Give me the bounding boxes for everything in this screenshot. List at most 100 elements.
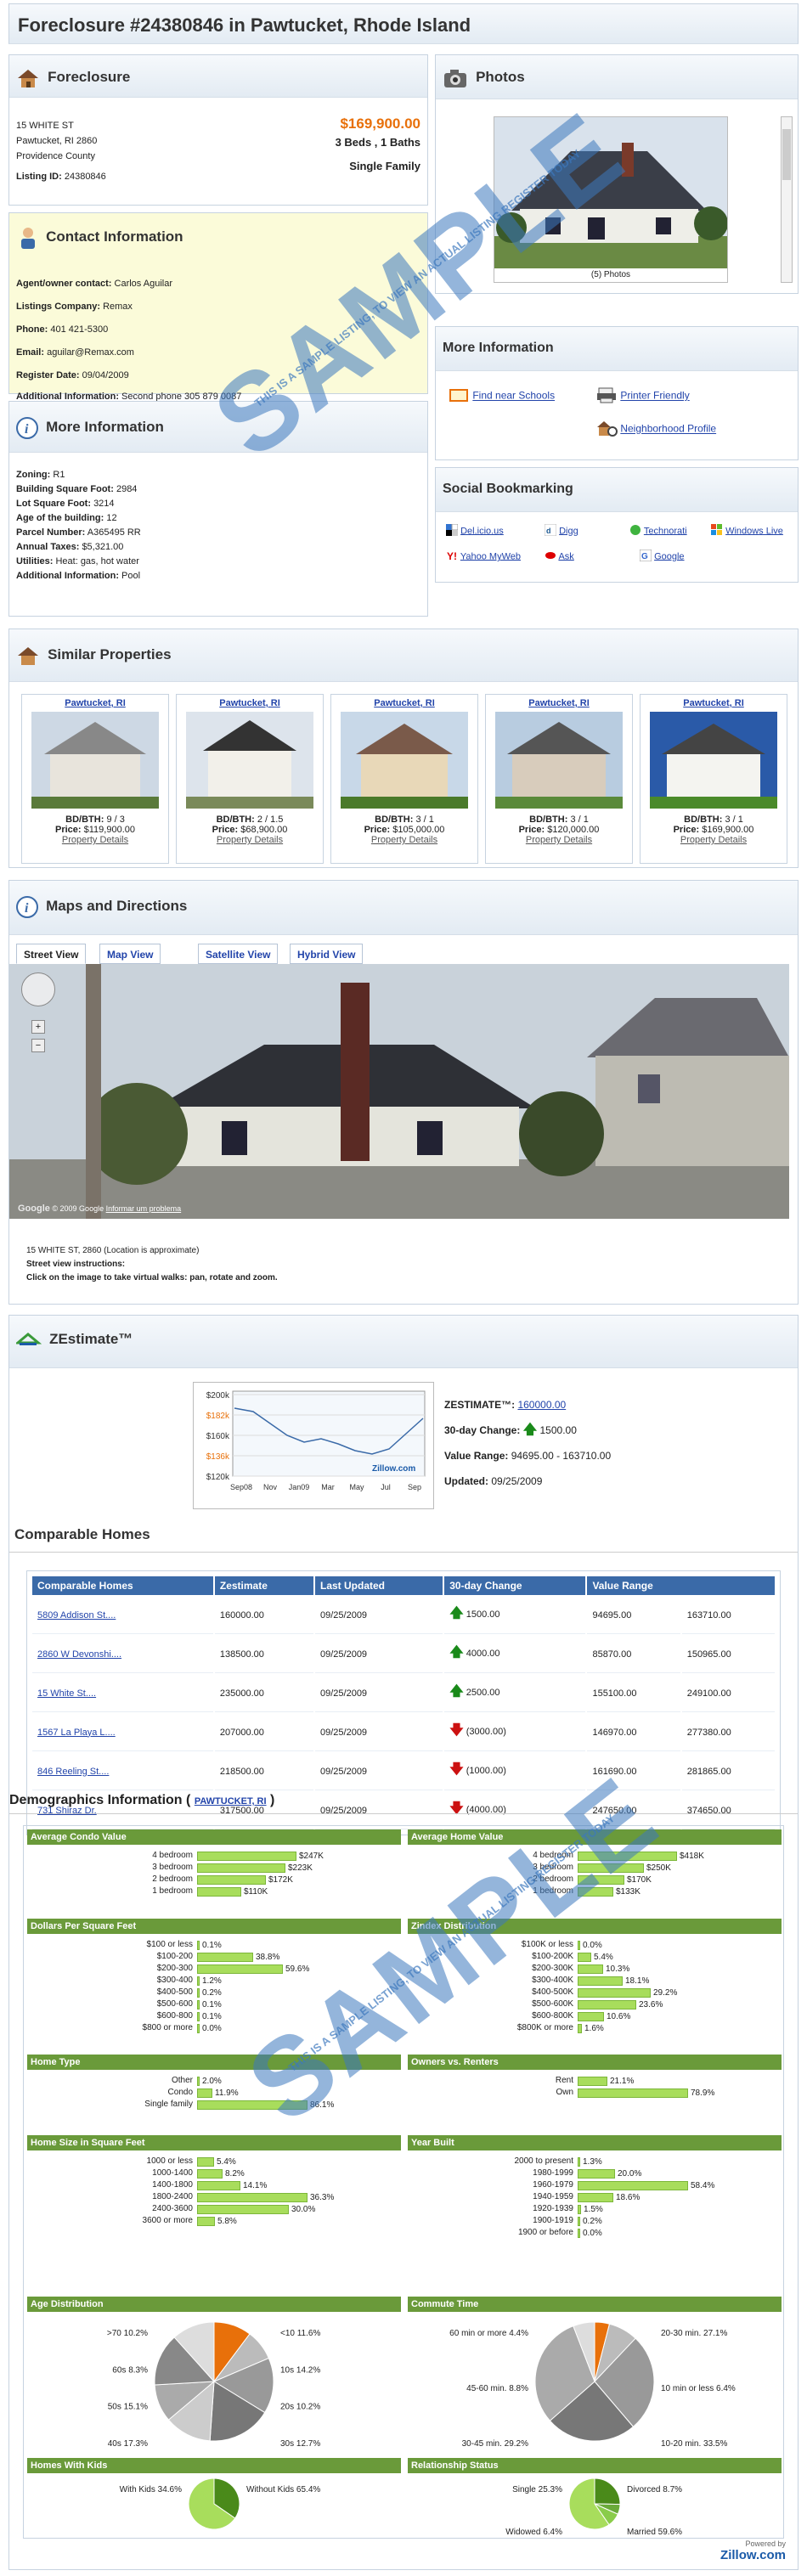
pan-control[interactable] <box>21 972 55 1006</box>
similar-properties-panel: Similar Properties Pawtucket, RI BD/BTH:… <box>8 628 799 868</box>
table-row: 5809 Addison St.... 160000.00 09/25/2009 🡅 … <box>32 1597 775 1634</box>
demo-bar-value: 0.0% <box>202 2024 222 2033</box>
demo-bar-value: 21.1% <box>610 2077 635 2086</box>
property-details-link[interactable]: Property Details <box>22 835 168 845</box>
updated-cell: 09/25/2009 <box>320 1688 368 1699</box>
demo-bar <box>578 1987 651 1998</box>
comparable-name[interactable]: 5809 Addison St.... <box>37 1610 116 1621</box>
similar-city[interactable]: Pawtucket, RI <box>641 698 787 708</box>
demo-panel-title: Dollars Per Square Feet <box>27 1919 401 1934</box>
pie-label: 30-45 min. 29.2% <box>462 2439 528 2449</box>
similar-card[interactable]: Pawtucket, RI BD/BTH: 3 / 1 Price: $169,… <box>640 694 787 864</box>
more-information-links: More Information Find near Schools Print… <box>435 326 799 460</box>
zestimate-cell: 160000.00 <box>219 1609 264 1621</box>
comparable-name[interactable]: 846 Reeling St.... <box>37 1767 109 1777</box>
similar-card[interactable]: Pawtucket, RI BD/BTH: 3 / 1 Price: $105,… <box>330 694 478 864</box>
tab-map-view[interactable]: Map View <box>99 944 161 964</box>
zoom-out-button[interactable]: − <box>31 1039 45 1052</box>
demo-bar-label: Single family <box>144 2100 193 2109</box>
property-details-link[interactable]: Property Details <box>486 835 632 845</box>
zestimate-chart-svg: $200k $182k $160k $136k $120kSep08 Nov Jan09 Ma… <box>206 1390 426 1491</box>
demo-bar <box>578 1976 623 1986</box>
range-low-cell: 85870.00 <box>592 1649 632 1660</box>
tab-hybrid-view[interactable]: Hybrid View <box>290 944 364 964</box>
y-tick-label: $160k <box>206 1432 230 1441</box>
demo-bar-row: Rent 21.1% <box>408 2075 782 2087</box>
demo-bar-value: 23.6% <box>639 2000 663 2010</box>
similar-city[interactable]: Pawtucket, RI <box>331 698 477 708</box>
listing-panel: Foreclosure 15 WHITE ST Pawtucket, RI 28… <box>8 54 428 206</box>
demo-panel-title: Homes With Kids <box>27 2458 401 2473</box>
table-row: 15 White St.... 235000.00 09/25/2009 🡅 2500… <box>32 1675 775 1712</box>
comparable-name[interactable]: 1567 La Playa L.... <box>37 1728 116 1738</box>
street-view[interactable]: + − Google © 2009 Google Informar um pro… <box>9 964 789 1219</box>
google-link[interactable]: Google <box>654 551 684 561</box>
demo-bar-label: 3 bedroom <box>152 1863 193 1872</box>
delicious-link[interactable]: Del.icio.us <box>460 526 504 536</box>
neighborhood-profile-link[interactable]: Neighborhood Profile <box>620 423 716 435</box>
demo-bar <box>578 2076 607 2086</box>
contact-heading: Contact Information <box>46 228 183 245</box>
demo-bar-label: Rent <box>555 2076 573 2085</box>
table-row: 846 Reeling St.... 218500.00 09/25/2009 🡇 (… <box>32 1753 775 1790</box>
demo-panel-owners: Owners vs. Renters Rent 21.1% Own 78.9% <box>408 2055 782 2130</box>
similar-card[interactable]: Pawtucket, RI BD/BTH: 3 / 1 Price: $120,… <box>485 694 633 864</box>
demo-bar <box>197 1999 200 2010</box>
photos-heading: Photos <box>476 69 525 86</box>
arrow-up-icon: 🡅 <box>522 1423 538 1437</box>
yahoo-myweb-link[interactable]: Yahoo MyWeb <box>460 551 521 561</box>
similar-card[interactable]: Pawtucket, RI BD/BTH: 2 / 1.5 Price: $68… <box>176 694 324 864</box>
range-high-cell: 249100.00 <box>686 1688 731 1699</box>
demo-bar-value: 8.2% <box>225 2169 245 2179</box>
property-details-link[interactable]: Property Details <box>331 835 477 845</box>
pie-label: With Kids 34.6% <box>120 2485 182 2494</box>
demo-bar-row: 1940-1959 18.6% <box>408 2191 782 2203</box>
report-problem-link[interactable]: Informar um problema <box>106 1204 182 1213</box>
demographics-city-link[interactable]: PAWTUCKET, RI <box>195 1796 267 1807</box>
similar-card[interactable]: Pawtucket, RI BD/BTH: 9 / 3 Price: $119,… <box>21 694 169 864</box>
zillow-icon <box>14 1331 43 1352</box>
divider <box>9 1552 798 1553</box>
similar-city[interactable]: Pawtucket, RI <box>177 698 323 708</box>
comparable-name[interactable]: 2860 W Devonshi.... <box>37 1649 121 1660</box>
pie-label: 50s 15.1% <box>108 2403 148 2412</box>
pie-label: 40s 17.3% <box>108 2439 148 2449</box>
similar-photo <box>495 712 623 809</box>
page-title: Foreclosure #24380846 in Pawtucket, Rhod… <box>8 3 799 44</box>
demo-bar <box>197 2204 289 2214</box>
demo-panel-title: Year Built <box>408 2135 782 2150</box>
digg-link[interactable]: Digg <box>559 526 578 536</box>
technorati-link[interactable]: Technorati <box>644 526 687 536</box>
tab-satellite-view[interactable]: Satellite View <box>198 944 279 964</box>
delicious-icon <box>446 523 459 538</box>
demo-bar <box>197 1874 266 1885</box>
demo-bar-label: 1980-1999 <box>533 2168 573 2178</box>
pie-label: 20s 10.2% <box>280 2403 320 2412</box>
similar-city[interactable]: Pawtucket, RI <box>22 698 168 708</box>
ask-icon <box>545 550 556 564</box>
map-copyright: © 2009 Google <box>52 1204 104 1213</box>
zestimate-value[interactable]: 160000.00 <box>517 1399 566 1411</box>
demo-bar-label: $600-800K <box>532 2011 573 2021</box>
windows-live-link[interactable]: Windows Live <box>725 526 783 536</box>
arrow-up-icon: 🡅 <box>449 1645 464 1660</box>
demo-bar <box>578 1940 580 1950</box>
similar-city[interactable]: Pawtucket, RI <box>486 698 632 708</box>
comparable-name[interactable]: 15 White St.... <box>37 1688 96 1699</box>
photos-scrollbar[interactable] <box>781 116 793 283</box>
demo-bar-value: 18.1% <box>625 1976 650 1986</box>
demo-bar <box>197 2180 240 2190</box>
property-details-link[interactable]: Property Details <box>641 835 787 845</box>
ask-link[interactable]: Ask <box>558 551 573 561</box>
printer-friendly-link[interactable]: Printer Friendly <box>620 390 689 402</box>
tab-street-view[interactable]: Street View <box>16 944 87 964</box>
demo-bar <box>578 1964 603 1974</box>
zoom-in-button[interactable]: + <box>31 1020 45 1034</box>
demo-bar <box>578 2216 580 2226</box>
demo-bar <box>197 2168 223 2179</box>
property-details-link[interactable]: Property Details <box>177 835 323 845</box>
find-schools-link[interactable]: Find near Schools <box>472 390 555 402</box>
svg-text:i: i <box>25 422 29 437</box>
arrow-down-icon: 🡇 <box>449 1762 464 1777</box>
demo-bar-label: 1800-2400 <box>152 2192 193 2201</box>
